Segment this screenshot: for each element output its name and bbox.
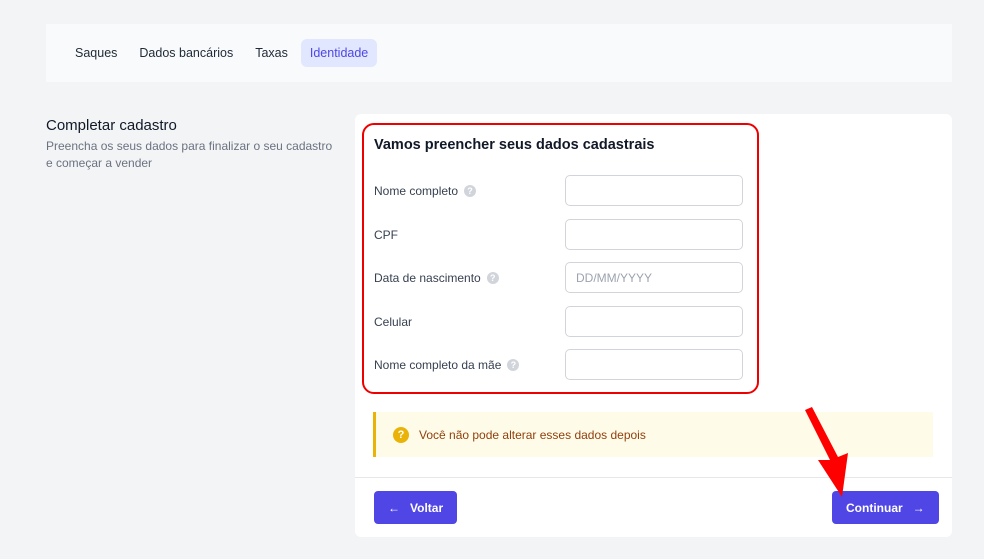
nome-mae-input[interactable] <box>565 349 743 380</box>
warning-text: Você não pode alterar esses dados depois <box>419 427 646 442</box>
arrow-left-icon: ← <box>388 500 400 515</box>
field-cpf: CPF <box>374 219 743 250</box>
tab-saques[interactable]: Saques <box>66 39 126 67</box>
divider <box>355 477 952 478</box>
nome-completo-input[interactable] <box>565 175 743 206</box>
continue-label: Continuar <box>846 500 903 515</box>
field-label: Nome completo <box>374 183 459 198</box>
section-description: Preencha os seus dados para finalizar o … <box>46 139 333 170</box>
tab-identidade[interactable]: Identidade <box>300 39 378 67</box>
section-title: Completar cadastro <box>46 117 177 134</box>
red-pointer-arrow-icon <box>805 407 848 497</box>
field-label: Data de nascimento <box>374 270 481 285</box>
field-label: Celular <box>374 314 413 329</box>
help-icon[interactable]: ? <box>507 358 520 371</box>
tab-dados-bancarios[interactable]: Dados bancários <box>130 39 242 67</box>
field-data-nascimento: Data de nascimento? <box>374 262 743 293</box>
help-icon[interactable]: ? <box>486 271 499 284</box>
back-label: Voltar <box>410 500 444 515</box>
cpf-input[interactable] <box>565 219 743 250</box>
celular-input[interactable] <box>565 306 743 337</box>
question-circle-icon: ? <box>393 426 409 443</box>
field-nome-completo: Nome completo? <box>374 175 743 206</box>
field-celular: Celular <box>374 306 743 337</box>
field-label: CPF <box>374 227 398 242</box>
back-button[interactable]: ← Voltar <box>374 491 458 524</box>
form-title: Vamos preencher seus dados cadastrais <box>374 137 655 153</box>
data-nascimento-input[interactable] <box>565 262 743 293</box>
tab-taxas[interactable]: Taxas <box>246 39 297 67</box>
help-icon[interactable]: ? <box>464 184 477 197</box>
field-nome-mae: Nome completo da mãe? <box>374 349 743 380</box>
section-intro: Completar cadastro Preencha os seus dado… <box>46 117 336 172</box>
arrow-right-icon: → <box>912 500 925 515</box>
field-label: Nome completo da mãe <box>374 357 502 372</box>
tab-bar: Saques Dados bancários Taxas Identidade <box>46 24 952 82</box>
